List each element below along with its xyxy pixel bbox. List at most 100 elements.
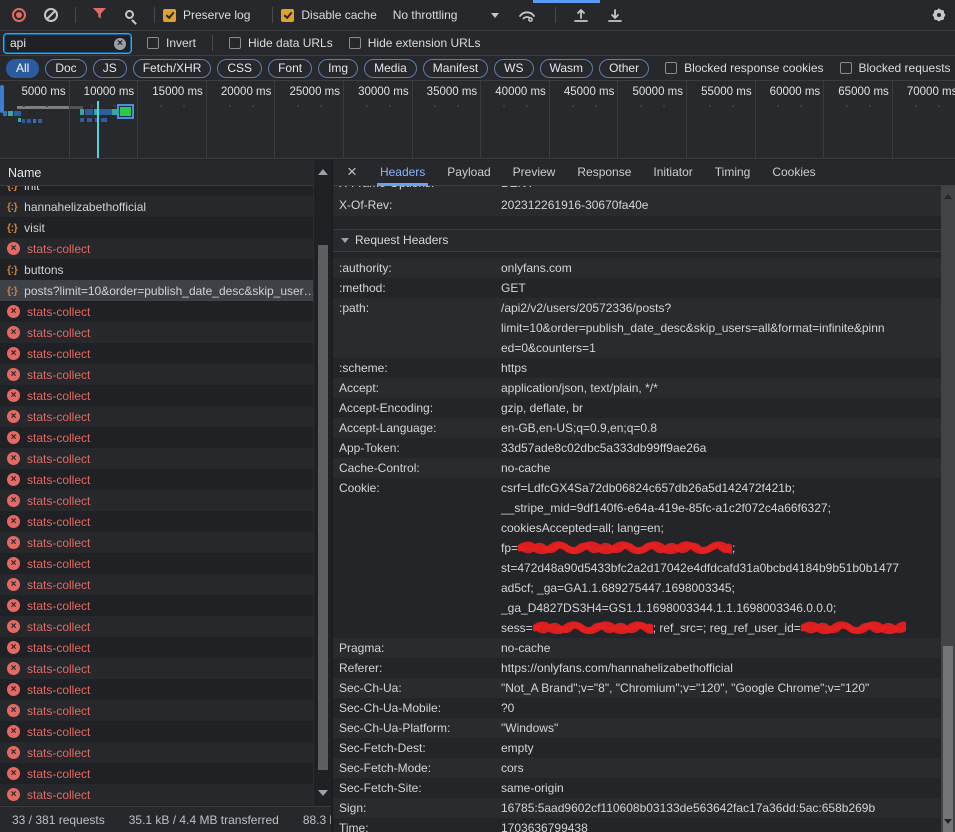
type-filter-wasm[interactable]: Wasm	[540, 59, 594, 78]
filter-input[interactable]: ×	[4, 34, 131, 53]
hide-data-urls-label[interactable]: Hide data URLs	[248, 36, 333, 50]
hide-data-urls-checkbox[interactable]	[229, 37, 241, 49]
request-row[interactable]: ×stats-collect	[0, 763, 313, 784]
header-row: App-Token:33d57ade8c02dbc5a333db99ff9ae2…	[333, 438, 942, 458]
type-filter-other[interactable]: Other	[599, 59, 649, 78]
import-har-icon[interactable]	[573, 8, 589, 23]
tab-headers[interactable]: Headers	[369, 160, 436, 186]
request-row[interactable]: {:}hannahelizabethofficial	[0, 196, 313, 217]
error-icon: ×	[7, 473, 20, 486]
error-icon: ×	[7, 746, 20, 759]
request-row[interactable]: ×stats-collect	[0, 679, 313, 700]
request-name: stats-collect	[27, 704, 90, 718]
tab-timing[interactable]: Timing	[704, 160, 762, 186]
type-filter-css[interactable]: CSS	[217, 59, 262, 78]
request-row[interactable]: ×stats-collect	[0, 616, 313, 637]
type-filter-doc[interactable]: Doc	[45, 59, 86, 78]
chevron-down-icon[interactable]	[491, 13, 499, 18]
request-row[interactable]: {:}posts?limit=10&order=publish_date_des…	[0, 280, 313, 301]
throttling-select[interactable]: No throttling	[393, 8, 458, 22]
scroll-down-icon[interactable]	[944, 819, 952, 824]
request-row[interactable]: ×stats-collect	[0, 469, 313, 490]
request-row[interactable]: ×stats-collect	[0, 448, 313, 469]
request-row[interactable]: ×stats-collect	[0, 742, 313, 763]
tab-preview[interactable]: Preview	[502, 160, 567, 186]
type-filter-all[interactable]: All	[6, 59, 39, 78]
type-filter-media[interactable]: Media	[364, 59, 417, 78]
timeline-dot	[23, 105, 25, 107]
preserve-log-checkbox[interactable]	[163, 9, 176, 22]
close-icon[interactable]: ×	[333, 160, 369, 186]
request-row[interactable]: ×stats-collect	[0, 490, 313, 511]
resource-type-filter-row: All Doc JS Fetch/XHR CSS Font Img Media Manifest…	[0, 56, 955, 81]
type-filter-ws[interactable]: WS	[494, 59, 533, 78]
request-row[interactable]: ×stats-collect	[0, 784, 313, 805]
name-column-header[interactable]: Name	[0, 160, 313, 186]
error-icon: ×	[7, 767, 20, 780]
type-filter-manifest[interactable]: Manifest	[423, 59, 488, 78]
type-filter-font[interactable]: Font	[268, 59, 312, 78]
record-icon[interactable]	[12, 8, 26, 22]
request-list-scrollbar[interactable]	[313, 160, 331, 806]
request-row[interactable]: ×stats-collect	[0, 238, 313, 259]
details-scrollbar[interactable]	[941, 186, 955, 832]
blocked-response-cookies-checkbox[interactable]	[665, 62, 677, 74]
clear-filter-icon[interactable]: ×	[114, 38, 126, 50]
export-har-icon[interactable]	[607, 8, 623, 23]
network-conditions-icon[interactable]	[518, 8, 538, 23]
request-row[interactable]: ×stats-collect	[0, 700, 313, 721]
request-row[interactable]: {:}init	[0, 186, 313, 196]
request-row[interactable]: ×stats-collect	[0, 301, 313, 322]
tab-cookies[interactable]: Cookies	[761, 160, 826, 186]
checkbox-label[interactable]: Blocked requests	[859, 61, 951, 75]
clear-icon[interactable]	[44, 8, 58, 22]
tab-initiator[interactable]: Initiator	[642, 160, 703, 186]
scroll-up-icon[interactable]	[944, 194, 952, 199]
disable-cache-label[interactable]: Disable cache	[301, 8, 376, 22]
invert-label[interactable]: Invert	[166, 36, 196, 50]
request-row[interactable]: ×stats-collect	[0, 322, 313, 343]
type-filter-fetch-xhr[interactable]: Fetch/XHR	[133, 59, 212, 78]
scrollbar-thumb[interactable]	[943, 646, 953, 832]
request-row[interactable]: ×stats-collect	[0, 406, 313, 427]
request-row[interactable]: ×stats-collect	[0, 553, 313, 574]
request-row[interactable]: ×stats-collect	[0, 364, 313, 385]
request-row[interactable]: ×stats-collect	[0, 532, 313, 553]
request-row[interactable]: ×stats-collect	[0, 658, 313, 679]
request-headers-section-header[interactable]: Request Headers	[333, 229, 942, 252]
type-filter-img[interactable]: Img	[318, 59, 358, 78]
scroll-up-icon[interactable]	[318, 169, 328, 175]
search-icon[interactable]	[125, 10, 134, 19]
hide-extension-urls-checkbox[interactable]	[349, 37, 361, 49]
request-row[interactable]: ×stats-collect	[0, 574, 313, 595]
request-name: stats-collect	[27, 431, 90, 445]
tab-response[interactable]: Response	[566, 160, 642, 186]
filter-text-field[interactable]	[5, 36, 105, 50]
request-row[interactable]: {:}buttons	[0, 259, 313, 280]
scroll-down-icon[interactable]	[318, 790, 328, 796]
request-row[interactable]: ×stats-collect	[0, 721, 313, 742]
invert-checkbox[interactable]	[147, 37, 159, 49]
checkbox-label[interactable]: Blocked response cookies	[684, 61, 823, 75]
type-filter-js[interactable]: JS	[93, 59, 127, 78]
request-row[interactable]: ×stats-collect	[0, 385, 313, 406]
timeline-dot	[869, 105, 871, 107]
request-row[interactable]: ×stats-collect	[0, 427, 313, 448]
settings-gear-icon[interactable]	[931, 7, 947, 23]
request-row[interactable]: {:}visit	[0, 217, 313, 238]
tab-payload[interactable]: Payload	[436, 160, 501, 186]
preserve-log-label[interactable]: Preserve log	[183, 8, 250, 22]
request-row[interactable]: ×stats-collect	[0, 595, 313, 616]
request-row[interactable]: ×stats-collect	[0, 343, 313, 364]
disable-cache-checkbox[interactable]	[281, 9, 294, 22]
timeline-tick-label: 60000 ms	[750, 86, 820, 98]
waterfall-overview[interactable]: 5000 ms10000 ms15000 ms20000 ms25000 ms3…	[0, 81, 955, 159]
request-row[interactable]: ×stats-collect	[0, 511, 313, 532]
blocked-requests-checkbox[interactable]	[840, 62, 852, 74]
header-value: 33d57ade8c02dbc5a333db99ff9ae26a	[501, 438, 942, 458]
timeline-dot	[366, 105, 368, 107]
hide-extension-urls-label[interactable]: Hide extension URLs	[368, 36, 481, 50]
request-row[interactable]: ×stats-collect	[0, 637, 313, 658]
scrollbar-thumb[interactable]	[318, 245, 328, 770]
filter-funnel-icon[interactable]	[93, 8, 106, 22]
